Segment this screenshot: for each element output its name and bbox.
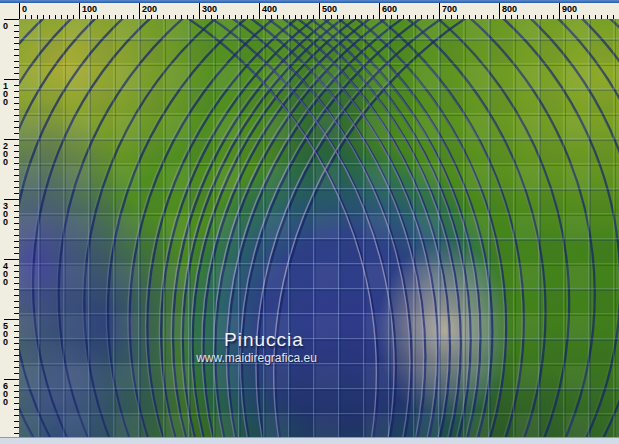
window-bottom-edge <box>0 437 619 444</box>
artwork-image <box>19 19 619 437</box>
horizontal-ruler: 0 100 200 300 400 500 600 700 800 900 <box>19 3 619 19</box>
app-window: 0 100 200 300 400 500 600 700 800 900 0 100 200 300 4… <box>0 0 619 444</box>
ruler-corner <box>0 3 19 19</box>
canvas[interactable]: Pinuccia www.maidiregrafica.eu <box>19 19 619 437</box>
svg-text:500: 500 <box>322 4 337 14</box>
svg-text:600: 600 <box>382 4 397 14</box>
svg-text:0: 0 <box>3 277 8 287</box>
svg-text:800: 800 <box>502 4 517 14</box>
svg-text:900: 900 <box>562 4 577 14</box>
watermark-url: www.maidiregrafica.eu <box>159 351 354 365</box>
svg-text:0: 0 <box>3 337 8 347</box>
svg-text:0: 0 <box>3 97 8 107</box>
svg-text:200: 200 <box>142 4 157 14</box>
watermark-name: Pinuccia <box>169 329 359 351</box>
svg-text:0: 0 <box>3 397 8 407</box>
svg-text:700: 700 <box>442 4 457 14</box>
svg-text:300: 300 <box>202 4 217 14</box>
svg-text:0: 0 <box>3 21 8 31</box>
svg-text:400: 400 <box>262 4 277 14</box>
svg-text:0: 0 <box>3 217 8 227</box>
vertical-ruler: 0100200300400500600 <box>0 19 19 438</box>
svg-text:100: 100 <box>82 4 97 14</box>
svg-text:0: 0 <box>3 157 8 167</box>
svg-text:0: 0 <box>22 4 27 14</box>
